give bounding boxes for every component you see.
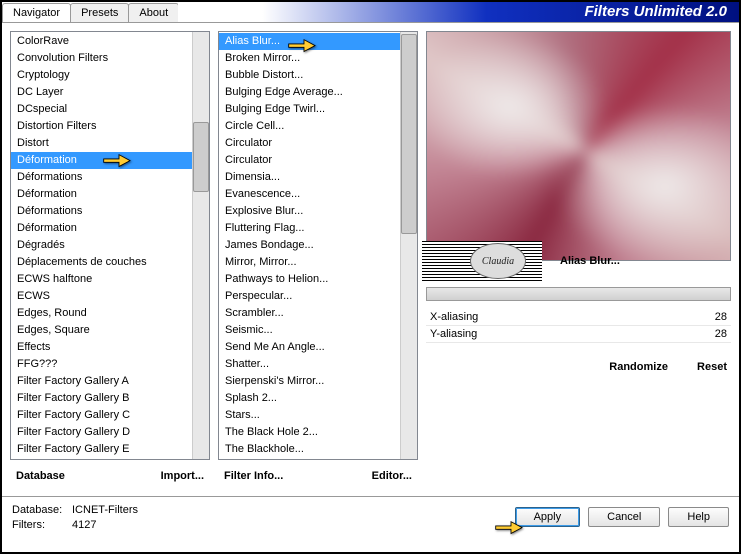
category-item[interactable]: Filter Factory Gallery E — [11, 441, 192, 458]
preview-image — [426, 31, 731, 261]
filter-item[interactable]: The Blackhole... — [219, 441, 400, 458]
filter-count: 4127 — [72, 519, 96, 531]
filter-item[interactable]: Bulging Edge Average... — [219, 84, 400, 101]
category-item[interactable]: Distort — [11, 135, 192, 152]
apply-button[interactable]: Apply — [515, 507, 581, 527]
filter-item[interactable]: James Bondage... — [219, 237, 400, 254]
category-item[interactable]: Filter Factory Gallery B — [11, 390, 192, 407]
filter-item[interactable]: Bulging Edge Twirl... — [219, 101, 400, 118]
category-item[interactable]: Filter Factory Gallery A — [11, 373, 192, 390]
filter-item[interactable]: Explosive Blur... — [219, 203, 400, 220]
tab-presets[interactable]: Presets — [70, 3, 129, 22]
category-item[interactable]: Déformation — [11, 152, 192, 169]
filter-item[interactable]: Broken Mirror... — [219, 50, 400, 67]
category-item[interactable]: Filter Factory Gallery C — [11, 407, 192, 424]
help-button[interactable]: Help — [668, 507, 729, 527]
param-name: Y-aliasing — [430, 328, 477, 340]
category-item[interactable]: Déformation — [11, 186, 192, 203]
param-value: 28 — [715, 311, 727, 323]
category-item[interactable]: Déplacements de couches — [11, 254, 192, 271]
filter-item[interactable]: Send Me An Angle... — [219, 339, 400, 356]
database-name: ICNET-Filters — [72, 504, 138, 516]
filter-info-button[interactable]: Filter Info... — [220, 468, 287, 484]
category-item[interactable]: ColorRave — [11, 33, 192, 50]
param-value: 28 — [715, 328, 727, 340]
filter-item[interactable]: Perspecular... — [219, 288, 400, 305]
filter-item[interactable]: Dimensia... — [219, 169, 400, 186]
randomize-button[interactable]: Randomize — [605, 359, 672, 375]
filter-list[interactable]: Alias Blur...Broken Mirror...Bubble Dist… — [218, 31, 418, 460]
reset-button[interactable]: Reset — [693, 359, 731, 375]
filter-item[interactable]: Mirror, Mirror... — [219, 254, 400, 271]
category-item[interactable]: Déformations — [11, 169, 192, 186]
category-item[interactable]: Cryptology — [11, 67, 192, 84]
progress-bar — [426, 287, 731, 301]
database-button[interactable]: Database — [12, 468, 69, 484]
selected-filter-name: Alias Blur... — [542, 255, 731, 267]
category-scrollbar[interactable] — [192, 32, 209, 459]
filter-item[interactable]: Circulator — [219, 135, 400, 152]
filter-item[interactable]: Scrambler... — [219, 305, 400, 322]
watermark: Claudia Alias Blur... — [422, 239, 731, 283]
tab-navigator[interactable]: Navigator — [2, 3, 71, 22]
filter-item[interactable]: Circulator — [219, 152, 400, 169]
param-row[interactable]: X-aliasing 28 — [426, 309, 731, 326]
scroll-thumb[interactable] — [401, 34, 417, 234]
stamp-logo: Claudia — [470, 243, 526, 279]
filter-scrollbar[interactable] — [400, 32, 417, 459]
category-item[interactable]: Dégradés — [11, 237, 192, 254]
category-item[interactable]: Distortion Filters — [11, 118, 192, 135]
param-name: X-aliasing — [430, 311, 478, 323]
category-item[interactable]: Déformation — [11, 220, 192, 237]
category-item[interactable]: DC Layer — [11, 84, 192, 101]
filter-item[interactable]: Bubble Distort... — [219, 67, 400, 84]
filter-item[interactable]: Alias Blur... — [219, 33, 400, 50]
filter-item[interactable]: Pathways to Helion... — [219, 271, 400, 288]
cancel-button[interactable]: Cancel — [588, 507, 660, 527]
category-list[interactable]: ColorRaveConvolution FiltersCryptologyDC… — [10, 31, 210, 460]
app-title: Filters Unlimited 2.0 — [178, 2, 739, 22]
status-info: Database:ICNET-Filters Filters:4127 — [12, 503, 138, 546]
editor-button[interactable]: Editor... — [368, 468, 416, 484]
scroll-thumb[interactable] — [193, 122, 209, 192]
category-item[interactable]: DCspecial — [11, 101, 192, 118]
filter-item[interactable]: The Black Hole 2... — [219, 424, 400, 441]
category-item[interactable]: FFG??? — [11, 356, 192, 373]
tab-about[interactable]: About — [128, 3, 179, 22]
filter-item[interactable]: Stars... — [219, 407, 400, 424]
category-item[interactable]: Edges, Round — [11, 305, 192, 322]
category-item[interactable]: Filter Factory Gallery D — [11, 424, 192, 441]
filter-item[interactable]: Evanescence... — [219, 186, 400, 203]
param-row[interactable]: Y-aliasing 28 — [426, 326, 731, 343]
filter-item[interactable]: Splash 2... — [219, 390, 400, 407]
filter-item[interactable]: Fluttering Flag... — [219, 220, 400, 237]
category-item[interactable]: ECWS halftone — [11, 271, 192, 288]
filter-item[interactable]: Seismic... — [219, 322, 400, 339]
category-item[interactable]: Effects — [11, 339, 192, 356]
filter-item[interactable]: Shatter... — [219, 356, 400, 373]
category-item[interactable]: ECWS — [11, 288, 192, 305]
parameter-list: X-aliasing 28 Y-aliasing 28 — [426, 309, 731, 343]
category-item[interactable]: Edges, Square — [11, 322, 192, 339]
category-item[interactable]: Déformations — [11, 203, 192, 220]
filter-item[interactable]: Circle Cell... — [219, 118, 400, 135]
tab-bar: Navigator Presets About — [2, 2, 178, 22]
category-item[interactable]: Convolution Filters — [11, 50, 192, 67]
filter-item[interactable]: Sierpenski's Mirror... — [219, 373, 400, 390]
import-button[interactable]: Import... — [157, 468, 208, 484]
